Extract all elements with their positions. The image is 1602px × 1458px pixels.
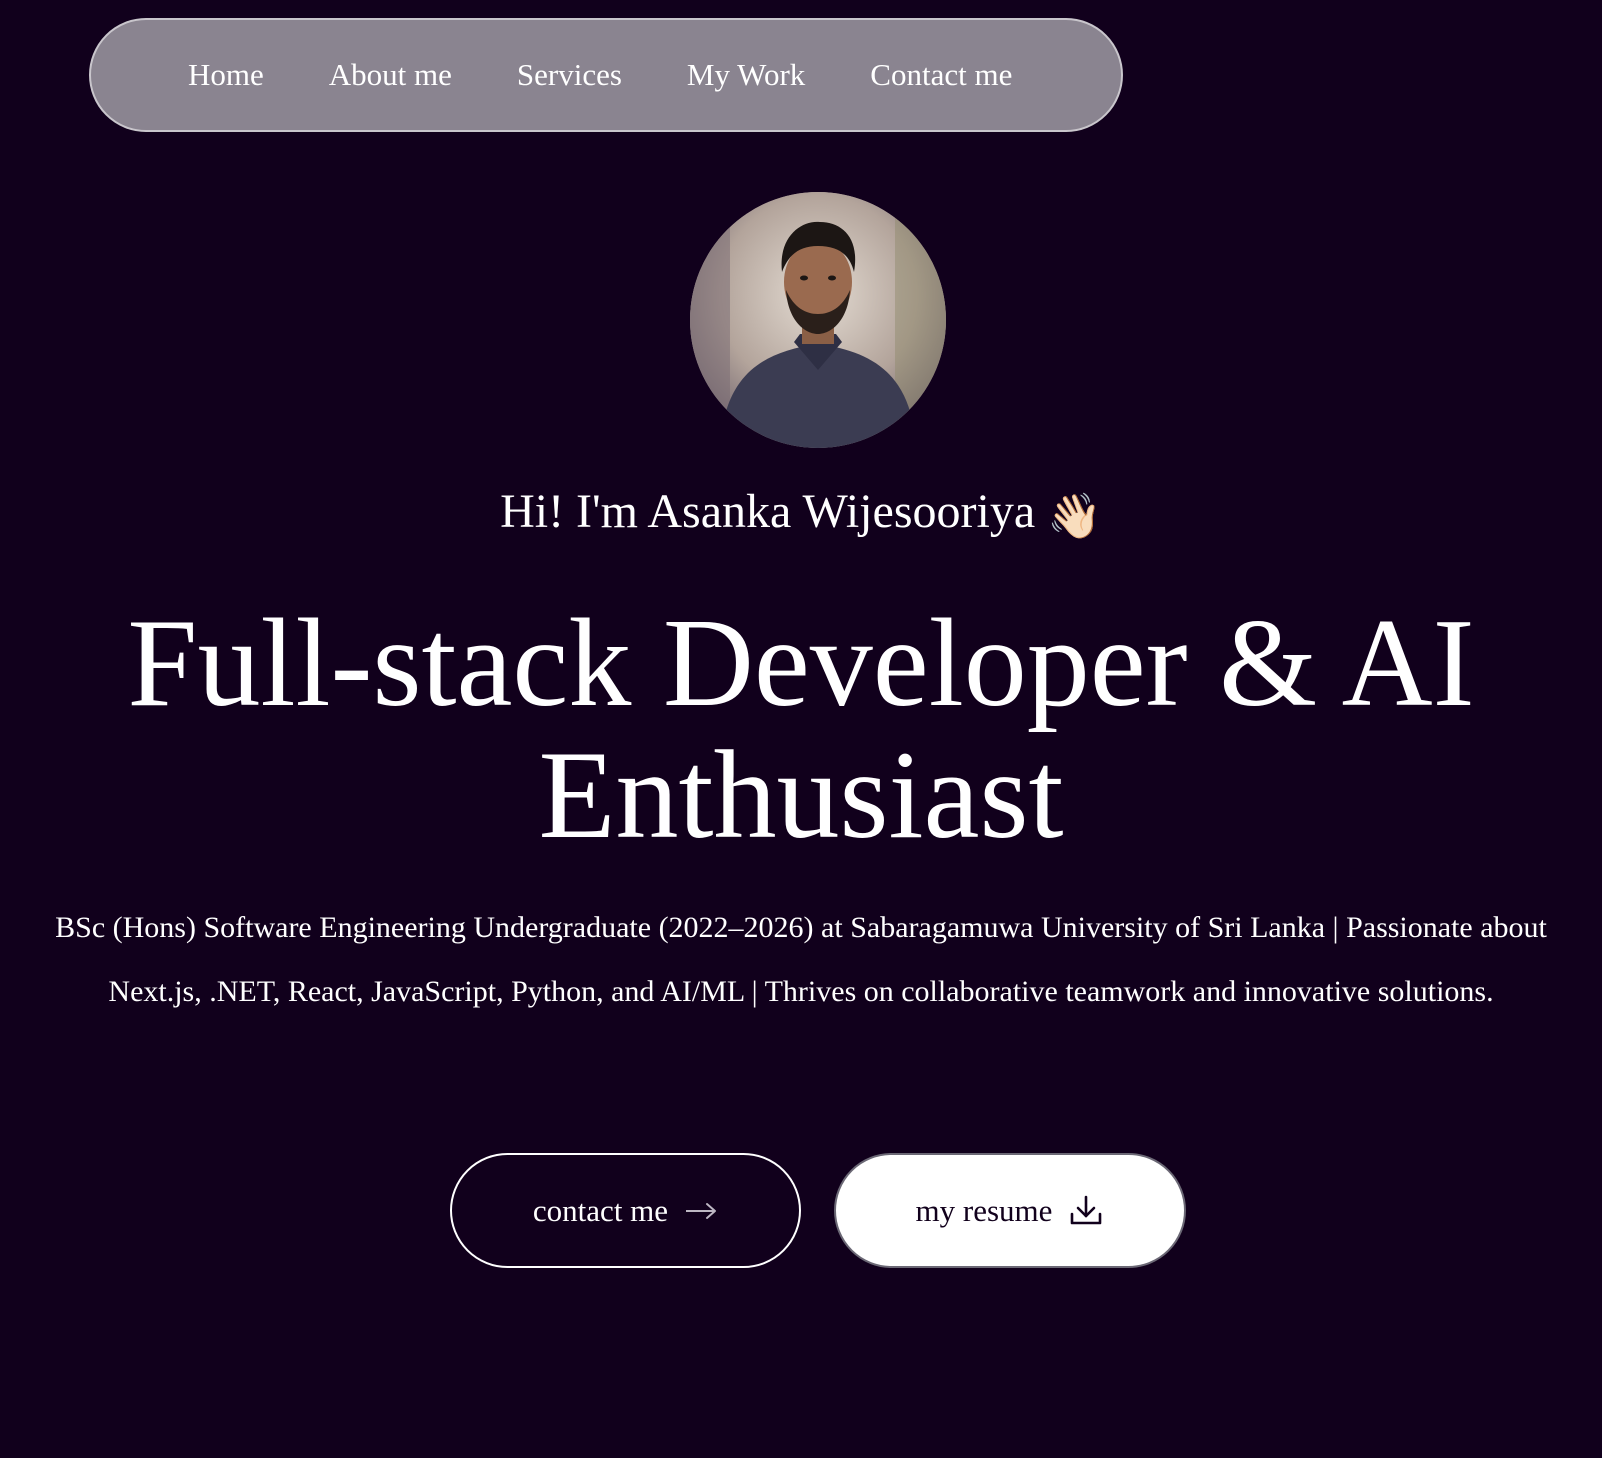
profile-avatar bbox=[690, 192, 946, 448]
nav-item-contact-me[interactable]: Contact me bbox=[870, 57, 1012, 93]
greeting-line: Hi! I'm Asanka Wijesooriya 👋🏻 bbox=[0, 482, 1602, 547]
profile-photo-icon bbox=[690, 192, 946, 448]
nav-item-about-me[interactable]: About me bbox=[329, 57, 452, 93]
arrow-right-icon bbox=[684, 1201, 718, 1221]
download-icon bbox=[1068, 1193, 1104, 1229]
nav-item-my-work[interactable]: My Work bbox=[687, 57, 805, 93]
hero-headline: Full-stack Developer & AI Enthusiast bbox=[127, 594, 1475, 865]
hero-description: BSc (Hons) Software Engineering Undergra… bbox=[55, 911, 1547, 1008]
waving-hand-icon: 👋🏻 bbox=[1047, 492, 1102, 541]
my-resume-label: my resume bbox=[915, 1192, 1053, 1228]
my-resume-button[interactable]: my resume bbox=[834, 1153, 1186, 1268]
nav-item-services[interactable]: Services bbox=[517, 57, 622, 93]
nav-item-home[interactable]: Home bbox=[188, 57, 264, 93]
contact-me-label: contact me bbox=[532, 1192, 669, 1228]
contact-me-button[interactable]: contact me bbox=[450, 1153, 801, 1268]
top-navigation: Home About me Services My Work Contact m… bbox=[89, 18, 1123, 132]
greeting-text: Hi! I'm Asanka Wijesooriya bbox=[500, 485, 1036, 538]
